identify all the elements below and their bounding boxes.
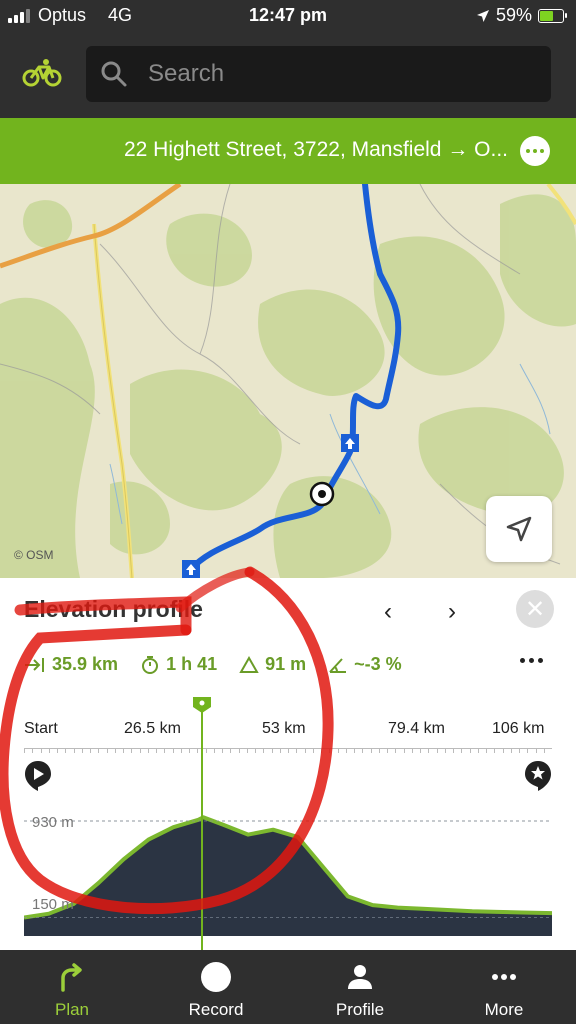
distance-icon: [25, 657, 44, 672]
location-arrow-icon: [476, 9, 489, 22]
nav-more[interactable]: More: [432, 950, 576, 1024]
nav-profile-label: Profile: [335, 1000, 385, 1019]
status-bar: Optus 4G 12:47 pm 59%: [0, 0, 576, 34]
tick-label: 79.4 km: [388, 720, 445, 737]
tick-label: Start: [24, 720, 58, 737]
grid-label-low: 150 m: [32, 896, 74, 913]
stat-duration-value: 1 h 41: [166, 654, 218, 674]
stat-elevation: 91 m: [239, 654, 306, 675]
route-stats: 35.9 km 1 h 41 91 m ~-3 %: [24, 654, 424, 675]
position-marker-line[interactable]: [201, 704, 203, 950]
position-marker-handle[interactable]: [192, 696, 212, 714]
finish-flag-icon[interactable]: [524, 760, 552, 792]
nav-plan-label: Plan: [54, 1000, 90, 1019]
nav-more-label: More: [484, 1000, 524, 1019]
nav-profile[interactable]: Profile: [288, 950, 432, 1024]
elevation-chart[interactable]: 930 m 150 m: [23, 800, 553, 936]
person-icon: [343, 960, 377, 994]
navigation-arrow-icon: [506, 516, 532, 542]
search-input[interactable]: [148, 46, 528, 102]
more-icon: [487, 960, 521, 994]
next-button[interactable]: ›: [448, 598, 456, 626]
direction-marker[interactable]: [341, 434, 359, 452]
route-bar[interactable]: 22 Highett Street, 3722, Mansfield → O..…: [0, 118, 576, 184]
direction-marker[interactable]: [182, 560, 200, 578]
stats-more-icon[interactable]: [520, 658, 543, 663]
nav-plan[interactable]: Plan: [0, 950, 144, 1024]
axis-line: [24, 748, 552, 753]
stat-duration: 1 h 41: [140, 654, 217, 675]
grid-label-high: 930 m: [32, 814, 74, 831]
battery-percent: 59%: [495, 5, 532, 25]
stat-slope: ~-3 %: [328, 654, 402, 675]
stat-elevation-value: 91 m: [265, 654, 307, 674]
top-bar: [0, 34, 576, 118]
slope-icon: [329, 657, 347, 673]
stat-distance-value: 35.9 km: [52, 654, 119, 674]
search-icon: [101, 61, 127, 87]
locate-button[interactable]: [486, 496, 552, 562]
previous-button[interactable]: ‹: [384, 598, 392, 626]
stat-slope-value: ~-3 %: [354, 654, 402, 674]
current-position-marker: [309, 481, 335, 507]
map-view[interactable]: © OSM: [0, 184, 576, 578]
bicycle-icon[interactable]: [22, 58, 62, 88]
nav-record-label: Record: [188, 1000, 244, 1019]
close-button[interactable]: ✕: [516, 590, 554, 628]
battery-icon: [538, 8, 567, 23]
elevation-panel: Elevation profile ‹ › ✕ 35.9 km 1 h 41 9…: [0, 578, 576, 950]
map-attribution[interactable]: © OSM: [14, 548, 54, 562]
nav-record[interactable]: Record: [144, 950, 288, 1024]
tick-label: 106 km: [492, 720, 545, 737]
bottom-nav: Plan Record Profile More: [0, 950, 576, 1024]
start-flag-icon[interactable]: [24, 760, 52, 792]
panel-title: Elevation profile: [24, 596, 203, 622]
plan-arrow-icon: [55, 960, 89, 994]
search-bar[interactable]: [86, 46, 551, 102]
tick-label: 53 km: [262, 720, 306, 737]
record-icon: [199, 960, 233, 994]
distance-axis: Start 26.5 km 53 km 79.4 km 106 km: [24, 720, 552, 744]
stat-distance: 35.9 km: [24, 654, 118, 675]
elevation-triangle-icon: [239, 655, 259, 673]
stopwatch-icon: [142, 655, 159, 674]
tick-label: 26.5 km: [124, 720, 181, 737]
route-options-icon[interactable]: [520, 136, 550, 166]
route-title[interactable]: 22 Highett Street, 3722, Mansfield → O..…: [124, 138, 508, 162]
